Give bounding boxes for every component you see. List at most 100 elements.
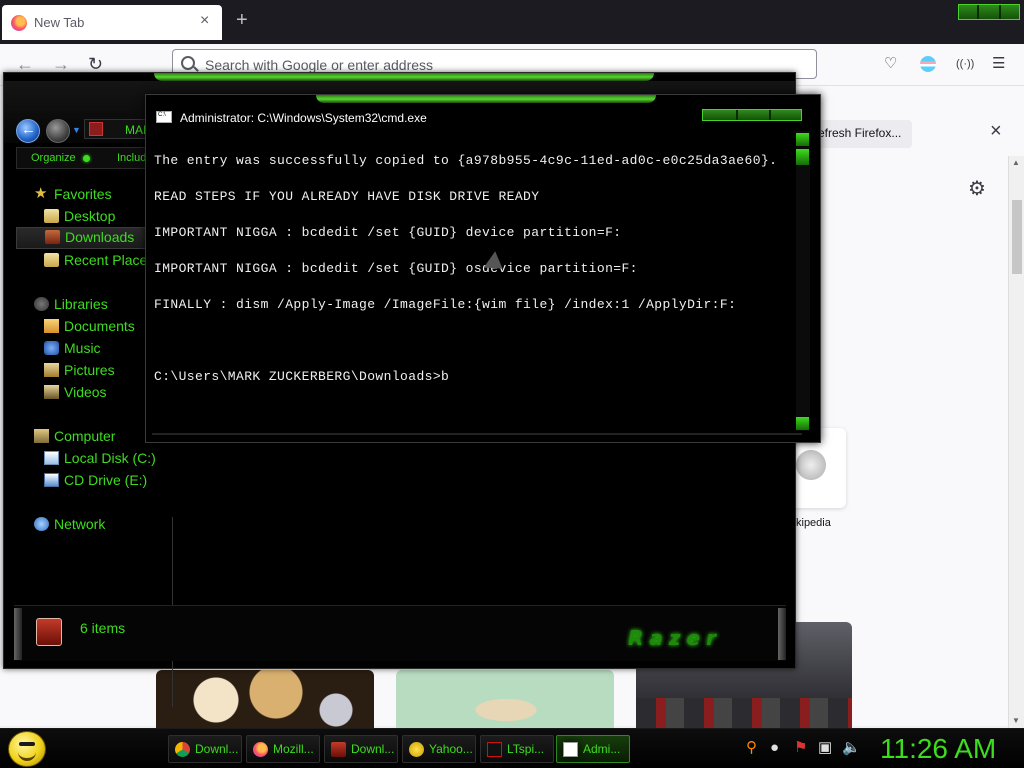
story-card-image[interactable] xyxy=(396,670,614,728)
flag-icon[interactable]: ⚑ xyxy=(794,740,807,756)
documents-icon xyxy=(44,319,59,333)
taskbar-button-yahoo[interactable]: Yahoo... xyxy=(402,735,476,763)
menu-icon[interactable]: ☰ xyxy=(992,56,1005,72)
taskbar-button-chrome[interactable]: Downl... xyxy=(168,735,242,763)
nav-label: Music xyxy=(64,340,101,356)
address-placeholder: Search with Google or enter address xyxy=(205,57,434,73)
nav-label: Downloads xyxy=(65,229,135,245)
nav-label: Network xyxy=(54,516,106,532)
status-icon[interactable]: ● xyxy=(770,740,779,756)
reload-icon[interactable]: ↻ xyxy=(88,55,103,73)
nav-label: Libraries xyxy=(54,296,108,312)
folder-thumbnail-icon xyxy=(36,618,62,646)
videos-icon xyxy=(44,385,59,399)
taskbar-label: Downl... xyxy=(351,742,395,756)
computer-icon xyxy=(34,429,49,443)
organize-dropdown-icon[interactable] xyxy=(83,155,90,162)
console-line: IMPORTANT NIGGA : bcdedit /set {GUID} os… xyxy=(154,261,638,276)
network-icon xyxy=(34,517,49,531)
pocket-icon[interactable]: ♡ xyxy=(884,56,897,72)
page-scrollbar[interactable]: ▲ ▼ xyxy=(1008,156,1024,728)
item-count: 6 items xyxy=(80,620,126,636)
console-border xyxy=(152,433,802,435)
console-output[interactable]: The entry was successfully copied to {a9… xyxy=(154,131,798,431)
network-tray-icon[interactable]: ▣ xyxy=(818,740,832,756)
console-line: The entry was successfully copied to {a9… xyxy=(154,153,778,168)
details-pane: 6 items Razer xyxy=(14,605,786,661)
tab-new-tab[interactable]: New Tab × xyxy=(2,5,222,40)
nav-label: Favorites xyxy=(54,186,112,202)
notice-close-icon[interactable]: × xyxy=(990,120,1002,143)
folder-icon xyxy=(89,122,103,136)
scroll-thumb[interactable] xyxy=(796,149,809,165)
shortcut-label: kipedia xyxy=(796,517,831,529)
gear-icon[interactable]: ⚙ xyxy=(968,176,986,201)
taskbar-label: Admi... xyxy=(583,742,621,756)
organize-button[interactable]: Organize xyxy=(31,152,76,164)
scroll-down-icon[interactable] xyxy=(796,417,809,430)
folder-icon xyxy=(331,742,346,757)
back-button[interactable] xyxy=(16,119,40,143)
nav-label: CD Drive (E:) xyxy=(64,472,148,488)
include-in-library-button[interactable]: Includ xyxy=(117,152,146,164)
story-card-image[interactable] xyxy=(156,670,374,728)
taskbar-button-ltspice[interactable]: LTspi... xyxy=(480,735,554,763)
search-icon[interactable]: ⚲ xyxy=(746,740,757,756)
chrome-icon xyxy=(175,742,190,757)
history-dropdown-icon[interactable]: ▼ xyxy=(72,125,81,135)
nav-label: Documents xyxy=(64,318,135,334)
new-tab-button[interactable]: + xyxy=(236,10,248,30)
cd-drive-icon xyxy=(44,473,59,487)
start-button[interactable] xyxy=(8,731,46,767)
libraries-icon xyxy=(34,297,49,311)
window-glow xyxy=(316,95,656,103)
music-icon xyxy=(44,341,59,355)
nav-label: Recent Places xyxy=(64,252,155,268)
firefox-icon xyxy=(11,15,27,31)
taskbar-button-firefox[interactable]: Mozill... xyxy=(246,735,320,763)
forward-arrow-icon[interactable]: → xyxy=(52,55,70,73)
taskbar-label: Downl... xyxy=(195,742,239,756)
console-line: IMPORTANT NIGGA : bcdedit /set {GUID} de… xyxy=(154,225,622,240)
scroll-up-icon[interactable] xyxy=(796,133,809,146)
nav-label: Local Disk (C:) xyxy=(64,450,156,466)
taskbar-label: Yahoo... xyxy=(429,742,473,756)
cmd-icon xyxy=(156,111,172,123)
ltspice-icon xyxy=(487,742,502,757)
browser-tab-bar: New Tab × + xyxy=(0,0,1024,44)
recent-places-icon xyxy=(44,253,59,267)
scroll-thumb[interactable] xyxy=(1012,200,1022,274)
window-controls[interactable] xyxy=(958,4,1020,20)
nav-label: Computer xyxy=(54,428,116,444)
star-icon: ★ xyxy=(34,185,48,202)
forward-button[interactable] xyxy=(46,119,70,143)
yahoo-icon xyxy=(409,742,424,757)
clock[interactable]: 11:26 AM xyxy=(880,733,996,765)
nav-label: Videos xyxy=(64,384,107,400)
window-controls[interactable] xyxy=(702,109,802,121)
taskbar-button-explorer[interactable]: Downl... xyxy=(324,735,398,763)
cmd-icon xyxy=(563,742,578,757)
status-bar-edge xyxy=(14,608,22,660)
console-scrollbar[interactable] xyxy=(796,131,810,431)
extension-icon[interactable]: ((·)) xyxy=(956,56,974,72)
back-arrow-icon[interactable]: ← xyxy=(16,55,34,73)
nav-label: Desktop xyxy=(64,208,116,224)
window-title: Administrator: C:\Windows\System32\cmd.e… xyxy=(180,111,427,125)
refresh-notice[interactable]: efresh Firefox... xyxy=(808,120,912,148)
taskbar-label: Mozill... xyxy=(273,742,314,756)
window-glow xyxy=(154,73,654,81)
scroll-up-icon[interactable]: ▲ xyxy=(1012,158,1020,167)
tab-title: New Tab xyxy=(34,15,85,30)
account-avatar-icon[interactable] xyxy=(920,56,936,72)
taskbar-button-cmd[interactable]: Admi... xyxy=(556,735,630,763)
console-prompt: C:\Users\MARK ZUCKERBERG\Downloads>b xyxy=(154,369,450,384)
volume-icon[interactable]: 🔈 xyxy=(842,740,861,756)
search-icon xyxy=(181,56,195,70)
status-bar-edge xyxy=(778,608,786,660)
tab-close-icon[interactable]: × xyxy=(200,12,209,30)
scroll-down-icon[interactable]: ▼ xyxy=(1012,716,1020,725)
cmd-window[interactable]: Administrator: C:\Windows\System32\cmd.e… xyxy=(145,94,821,443)
downloads-icon xyxy=(45,230,60,244)
